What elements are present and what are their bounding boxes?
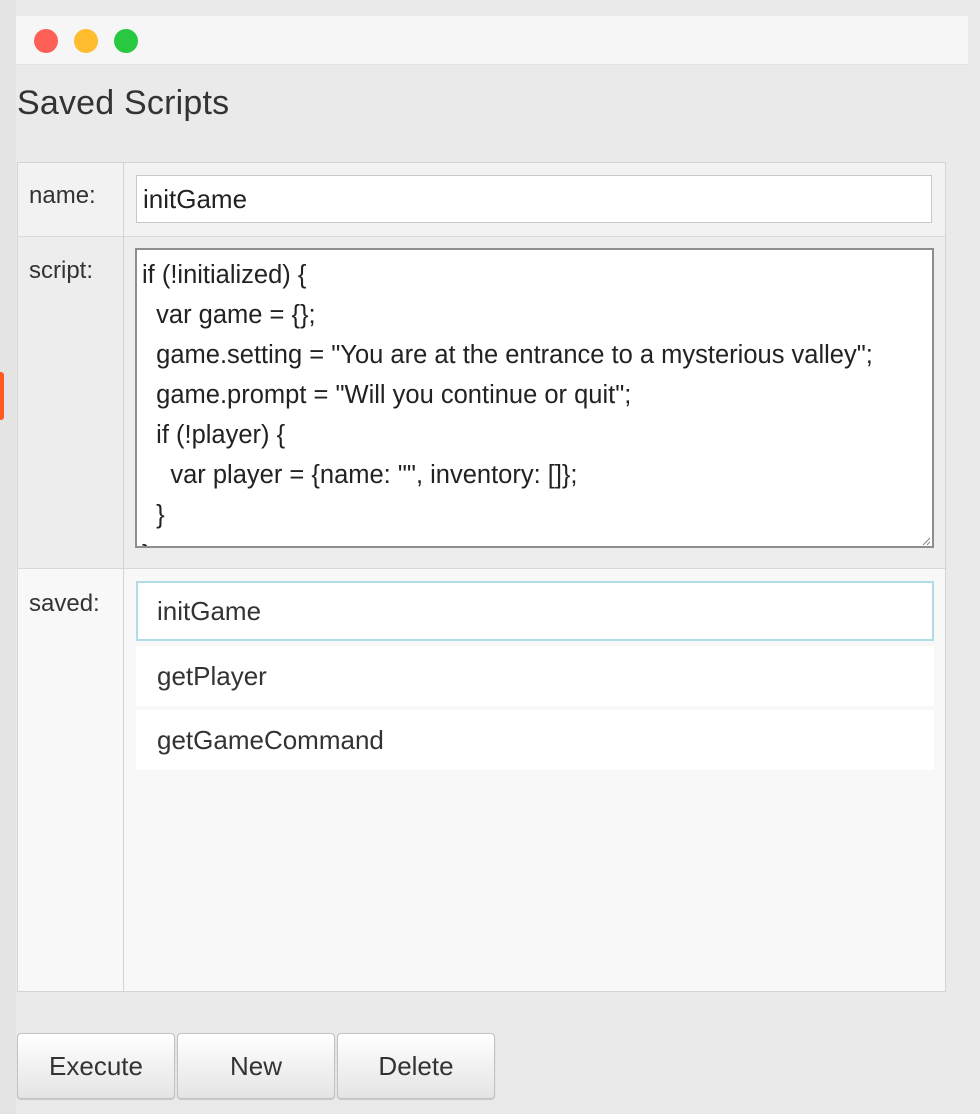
saved-row: saved: initGame getPlayer getGameCommand — [18, 569, 945, 991]
saved-script-item[interactable]: getGameCommand — [136, 710, 934, 770]
page-title: Saved Scripts — [17, 84, 230, 122]
execute-button[interactable]: Execute — [17, 1033, 175, 1099]
background-window-edge — [0, 0, 16, 1114]
close-window-button[interactable] — [34, 29, 58, 53]
background-accent-tab — [0, 372, 4, 420]
title-bar — [16, 16, 968, 65]
saved-script-item[interactable]: initGame — [136, 581, 934, 641]
resize-grip-icon[interactable] — [922, 537, 931, 546]
delete-button[interactable]: Delete — [337, 1033, 495, 1099]
saved-scripts-window: Saved Scripts name: script: if (!initial… — [0, 0, 980, 1114]
script-form: name: script: if (!initialized) { var ga… — [17, 162, 946, 992]
saved-script-item[interactable]: getPlayer — [136, 646, 934, 706]
name-field[interactable] — [136, 175, 932, 223]
minimize-window-button[interactable] — [74, 29, 98, 53]
label-column-divider — [18, 163, 124, 991]
name-row: name: — [18, 163, 945, 237]
maximize-window-button[interactable] — [114, 29, 138, 53]
script-editor[interactable]: if (!initialized) { var game = {}; game.… — [135, 248, 934, 548]
script-row: script: if (!initialized) { var game = {… — [18, 237, 945, 569]
new-button[interactable]: New — [177, 1033, 335, 1099]
